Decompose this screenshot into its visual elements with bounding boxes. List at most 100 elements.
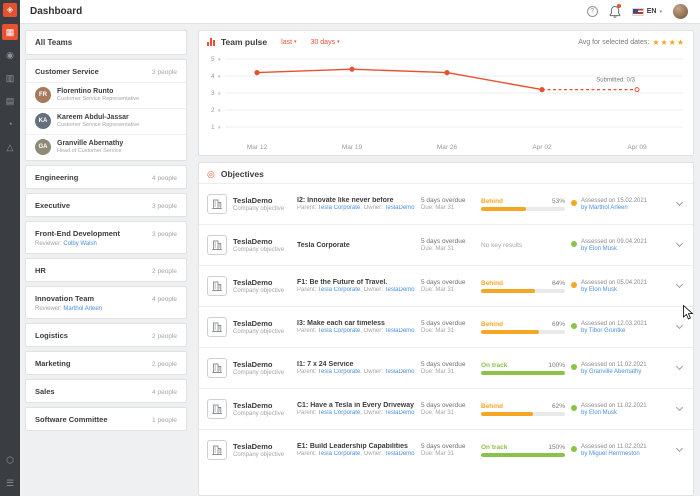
owner-link[interactable]: TeslaDemo	[385, 287, 415, 293]
all-teams-header[interactable]: All Teams	[25, 30, 187, 55]
parent-link[interactable]: Tesla Corporate	[318, 205, 360, 211]
objective-main: E1: Build Leadership Capabilities Parent:…	[297, 443, 415, 457]
expand-chevron-icon[interactable]	[673, 362, 685, 371]
assessed-by-link[interactable]: by Elon Musk	[581, 410, 647, 416]
company-building-icon	[207, 317, 227, 337]
objective-row[interactable]: TeslaDemo Company objective I2: Innovate l…	[199, 183, 693, 224]
user-avatar[interactable]	[673, 4, 688, 19]
sidebar-item-engineering[interactable]: Engineering 4 people	[26, 166, 186, 188]
objective-row[interactable]: TeslaDemo Company objective C1: Have a Tes…	[199, 388, 693, 429]
rail-icon-menu[interactable]: ☰	[2, 475, 18, 491]
owner-link[interactable]: TeslaDemo	[385, 328, 415, 334]
app-logo-icon[interactable]: ◈	[3, 3, 17, 17]
overdue-label: 5 days overdue	[421, 320, 466, 327]
sidebar-item-logistics[interactable]: Logistics 2 people	[26, 324, 186, 346]
objective-row[interactable]: TeslaDemo Company objective I1: 7 x 24 Ser…	[199, 347, 693, 388]
parent-link[interactable]: Tesla Corporate	[318, 287, 360, 293]
progress-bar	[481, 206, 565, 211]
assessment-text: Assessed on 12.03.2021 by Tibor Gruntke	[581, 321, 647, 334]
assessed-by-link[interactable]: by Marthol Arleen	[581, 205, 647, 211]
assessed-by-link[interactable]: by Granville Abernathy	[581, 369, 647, 375]
expand-chevron-icon[interactable]	[673, 403, 685, 412]
assessment-status-dot	[571, 199, 577, 206]
objective-assessment: Assessed on 05.04.2021 by Elon Musk	[571, 280, 667, 293]
rail-icon-okrs[interactable]: ◉	[2, 47, 18, 63]
rail-icon-insights[interactable]: ◔	[2, 116, 18, 132]
building-icon	[212, 445, 222, 455]
team-name: Sales	[35, 387, 55, 396]
team-member[interactable]: GA Granville Abernathy Head of Customer Se…	[26, 134, 186, 160]
parent-link[interactable]: Tesla Corporate	[318, 410, 360, 416]
sidebar-item-marketing[interactable]: Marketing 2 people	[26, 352, 186, 374]
svg-text:★: ★	[217, 108, 222, 114]
pulse-period-filter[interactable]: 30 days ▾	[311, 39, 340, 46]
pulse-range-filter[interactable]: last ▾	[281, 39, 296, 46]
team-member[interactable]: FR Florentino Runto Customer Service Repre…	[26, 82, 186, 108]
owner-link[interactable]: TeslaDemo	[385, 410, 415, 416]
assessed-by-link[interactable]: by Elon Musk	[581, 246, 647, 252]
expand-chevron-icon[interactable]	[673, 321, 685, 330]
expand-chevron-icon[interactable]	[673, 239, 685, 248]
team-card-innovation-team: Innovation Team 4 people Reviewer: Marthol…	[25, 286, 187, 319]
language-selector[interactable]: EN ▾	[631, 7, 662, 16]
assessment-text: Assessed on 11.02.2021 by Elon Musk	[581, 403, 647, 416]
overdue-label: 5 days overdue	[421, 197, 466, 204]
objective-main: C1: Have a Tesla in Every Driveway Parent…	[297, 402, 415, 416]
team-card-front-end-development: Front-End Development 3 people Reviewer: C…	[25, 221, 187, 254]
building-icon	[212, 363, 222, 373]
objective-progress: Behind 53%	[481, 198, 565, 211]
notifications-bell-icon[interactable]	[609, 4, 621, 18]
assessed-date: Assessed on 05.04.2021	[581, 279, 648, 286]
objective-row[interactable]: TeslaDemo Company objective E1: Build Lead…	[199, 429, 693, 470]
help-icon[interactable]: ?	[586, 6, 598, 17]
team-card-hr: HR 2 people	[25, 258, 187, 282]
rail-icon-teams[interactable]: ▥	[2, 70, 18, 86]
rail-icon-reports[interactable]: ▤	[2, 93, 18, 109]
objectives-list: TeslaDemo Company objective I2: Innovate l…	[199, 183, 693, 495]
sidebar-item-customer-service[interactable]: Customer Service 3 people	[26, 60, 186, 82]
owner-link[interactable]: TeslaDemo	[385, 369, 415, 375]
objectives-target-icon: ◎	[207, 168, 215, 179]
sidebar-item-executive[interactable]: Executive 3 people	[26, 194, 186, 216]
sidebar-item-hr[interactable]: HR 2 people	[26, 259, 186, 281]
company-building-icon	[207, 194, 227, 214]
objective-title: I2: Innovate like never before	[297, 197, 394, 204]
expand-chevron-icon[interactable]	[673, 198, 685, 207]
parent-link[interactable]: Tesla Corporate	[318, 328, 360, 334]
progress-bar-fill	[481, 288, 535, 293]
owner-link[interactable]: TeslaDemo	[385, 205, 415, 211]
assessed-by-link[interactable]: by Miguel Herrmeston	[581, 451, 647, 457]
assessed-by-link[interactable]: by Elon Musk	[581, 287, 647, 293]
objective-assessment: Assessed on 11.02.2021 by Miguel Herrmest…	[571, 444, 667, 457]
rail-icon-alignment[interactable]: △	[2, 139, 18, 155]
rail-icon-integrations[interactable]: ⬡	[2, 452, 18, 468]
rail-icon-dashboard[interactable]: ▦	[2, 24, 18, 40]
sidebar-item-sales[interactable]: Sales 4 people	[26, 380, 186, 402]
objective-due: 5 days overdue Due: Mar 31	[421, 443, 475, 457]
svg-text:5: 5	[211, 56, 215, 63]
reviewer-name-link[interactable]: Colby Walsh	[63, 241, 96, 247]
owner-label: , Owner:	[360, 205, 385, 211]
expand-chevron-icon[interactable]	[673, 280, 685, 289]
parent-label: Parent:	[297, 451, 318, 457]
sidebar-item-software-committee[interactable]: Software Committee 1 people	[26, 408, 186, 430]
objective-due: 5 days overdue Due: Mar 31	[421, 238, 475, 252]
objective-progress: Behind 69%	[481, 321, 565, 334]
objective-row[interactable]: TeslaDemo Company objective F1: Be the Fut…	[199, 265, 693, 306]
parent-link[interactable]: Tesla Corporate	[318, 369, 360, 375]
team-card-logistics: Logistics 2 people	[25, 323, 187, 347]
expand-chevron-icon[interactable]	[673, 444, 685, 453]
team-people-count: 3 people	[152, 69, 177, 76]
assessed-by-link[interactable]: by Tibor Gruntke	[581, 328, 647, 334]
reviewer-name-link[interactable]: Marthol Arleen	[63, 306, 102, 312]
team-member[interactable]: KA Kareem Abdul-Jassar Customer Service Re…	[26, 108, 186, 134]
page-title: Dashboard	[30, 6, 83, 17]
objective-row[interactable]: TeslaDemo Company objective I3: Make each …	[199, 306, 693, 347]
due-date: Due: Mar 31	[421, 410, 455, 416]
objective-row[interactable]: TeslaDemo Company objective Tesla Corporat…	[199, 224, 693, 265]
parent-link[interactable]: Tesla Corporate	[318, 451, 360, 457]
objective-progress: No key results	[481, 242, 565, 249]
owner-label: , Owner:	[360, 369, 385, 375]
owner-link[interactable]: TeslaDemo	[385, 451, 415, 457]
language-code: EN	[646, 8, 657, 15]
